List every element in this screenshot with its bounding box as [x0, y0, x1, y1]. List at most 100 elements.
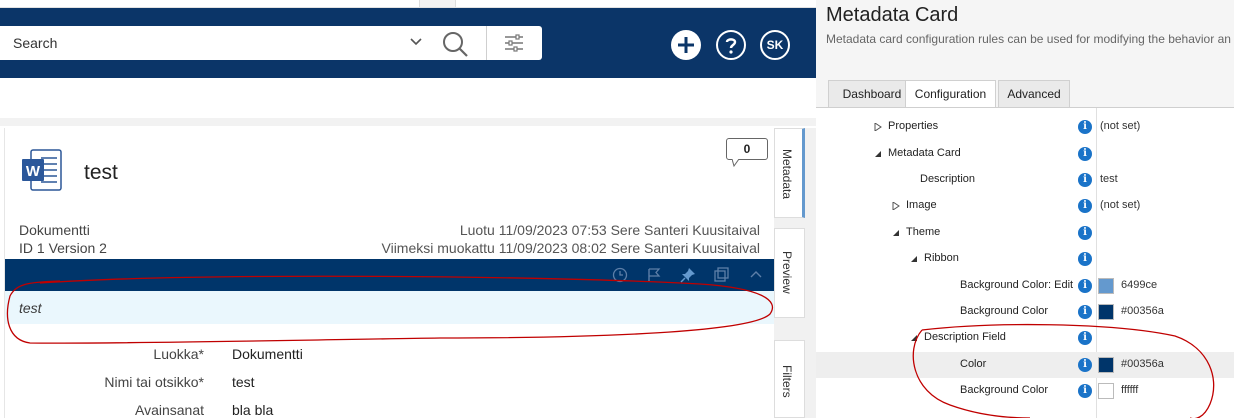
metadata-ribbon — [5, 259, 774, 291]
tab-strip-segment — [455, 0, 816, 7]
comment-count-button[interactable]: 0 — [726, 138, 768, 160]
filter-icon[interactable] — [503, 33, 525, 53]
spacer — [0, 118, 816, 126]
collapsed-arrow-icon[interactable] — [892, 202, 900, 210]
color-swatch[interactable] — [1098, 278, 1114, 294]
mfiles-client: Search SK W test 0 Dokumentti ID 1 Versi… — [0, 0, 816, 418]
config-tree-value[interactable]: #00356a — [1121, 358, 1164, 370]
description-text: test — [19, 300, 42, 316]
property-label: Nimi tai otsikko* — [104, 374, 204, 390]
flag-icon[interactable] — [646, 267, 662, 283]
modified-info: Viimeksi muokattu 11/09/2023 08:02 Sere … — [381, 240, 761, 256]
info-icon[interactable]: i — [1078, 384, 1092, 398]
config-tree-label: Background Color — [960, 305, 1049, 317]
user-avatar-button[interactable]: SK — [760, 30, 790, 60]
search-box[interactable]: Search — [0, 26, 542, 60]
collapsed-arrow-icon[interactable] — [874, 123, 882, 131]
config-title: Metadata Card — [826, 4, 959, 26]
property-value[interactable]: Dokumentti — [232, 346, 303, 362]
info-icon[interactable]: i — [1078, 147, 1092, 161]
config-tree-label: Metadata Card — [888, 147, 961, 159]
property-row[interactable]: Nimi tai otsikko* test — [5, 369, 774, 397]
info-icon[interactable]: i — [1078, 331, 1092, 345]
config-tree-label: Color — [960, 358, 987, 370]
configuration-panel: Metadata Card Metadata card configuratio… — [816, 0, 1234, 418]
config-tree-row[interactable]: Image i (not set) — [816, 193, 1234, 219]
question-icon — [725, 38, 737, 54]
tab-label: Preview — [780, 251, 794, 294]
info-icon[interactable]: i — [1078, 252, 1092, 266]
tab-label: Filters — [780, 365, 794, 398]
property-value[interactable]: test — [232, 374, 255, 390]
pin-icon[interactable] — [680, 267, 696, 283]
color-swatch[interactable] — [1098, 357, 1114, 373]
svg-text:W: W — [26, 163, 41, 180]
created-info: Luotu 11/09/2023 07:53 Sere Santeri Kuus… — [459, 222, 760, 238]
info-icon[interactable]: i — [1078, 120, 1092, 134]
browser-tab-strip — [0, 0, 816, 8]
config-tree-value[interactable]: test — [1100, 173, 1118, 185]
expanded-arrow-icon[interactable] — [910, 255, 918, 263]
config-tree-row[interactable]: Background Color i #00356a — [816, 299, 1234, 325]
config-tree-value[interactable]: (not set) — [1100, 120, 1140, 132]
tab-configuration[interactable]: Configuration — [905, 80, 996, 109]
help-button[interactable] — [716, 30, 746, 60]
tab-dashboard[interactable]: Dashboard — [828, 80, 916, 108]
config-tree-row[interactable]: Description Field i — [816, 325, 1234, 351]
property-value[interactable]: bla bla — [232, 402, 273, 418]
search-separator — [486, 26, 487, 60]
side-tab-bar: Metadata Preview Filters — [774, 128, 816, 418]
info-icon[interactable]: i — [1078, 226, 1092, 240]
config-tree-label: Image — [906, 199, 937, 211]
color-swatch[interactable] — [1098, 383, 1114, 399]
description-field[interactable]: test — [5, 291, 774, 324]
object-title[interactable]: test — [84, 161, 118, 185]
config-tree-value[interactable]: ffffff — [1121, 384, 1138, 396]
config-tree-label: Description Field — [924, 331, 1006, 343]
comment-bubble-tail — [732, 159, 740, 167]
property-label: Luokka* — [153, 346, 204, 362]
config-tree-row[interactable]: Background Color i ffffff — [816, 378, 1234, 404]
config-tree-value[interactable]: 6499ce — [1121, 279, 1157, 291]
config-tree-row[interactable]: Theme i — [816, 220, 1234, 246]
info-icon[interactable]: i — [1078, 305, 1092, 319]
config-tree-value[interactable]: #00356a — [1121, 305, 1164, 317]
tab-strip-segment — [0, 0, 420, 7]
object-type-label: Dokumentti — [19, 222, 90, 238]
tab-metadata[interactable]: Metadata — [774, 128, 805, 218]
add-button[interactable] — [671, 30, 701, 60]
property-row[interactable]: Luokka* Dokumentti — [5, 341, 774, 369]
config-tree-row[interactable]: Ribbon i — [816, 246, 1234, 272]
search-icon[interactable] — [441, 30, 469, 58]
popout-icon[interactable] — [713, 267, 729, 283]
tab-advanced[interactable]: Advanced — [998, 80, 1070, 108]
info-icon[interactable]: i — [1078, 199, 1092, 213]
config-tree-row[interactable]: Background Color: Edit i 6499ce — [816, 273, 1234, 299]
config-tree-row[interactable]: Description i test — [816, 167, 1234, 193]
chevron-down-icon[interactable] — [409, 34, 423, 48]
config-description: Metadata card configuration rules can be… — [826, 32, 1231, 46]
tab-preview[interactable]: Preview — [774, 228, 805, 318]
object-id-version: ID 1 Version 2 — [19, 240, 107, 256]
config-tree-row[interactable]: Properties i (not set) — [816, 114, 1234, 140]
info-icon[interactable]: i — [1078, 279, 1092, 293]
plus-icon — [678, 37, 694, 53]
expanded-arrow-icon[interactable] — [874, 150, 882, 158]
config-tree-row[interactable]: Color i #00356a — [816, 352, 1234, 378]
info-icon[interactable]: i — [1078, 173, 1092, 187]
word-document-icon: W — [22, 149, 62, 191]
expanded-arrow-icon[interactable] — [892, 229, 900, 237]
property-row[interactable]: Avainsanat bla bla — [5, 397, 774, 418]
config-tree-label: Description — [920, 173, 976, 185]
tab-filters[interactable]: Filters — [774, 340, 805, 418]
search-input[interactable]: Search — [13, 35, 57, 51]
color-swatch[interactable] — [1098, 304, 1114, 320]
expanded-arrow-icon[interactable] — [910, 334, 918, 342]
config-tree-row[interactable]: Metadata Card i — [816, 141, 1234, 167]
history-icon[interactable] — [612, 267, 628, 283]
chevron-up-icon[interactable] — [748, 267, 764, 283]
info-icon[interactable]: i — [1078, 358, 1092, 372]
config-tree-value[interactable]: (not set) — [1100, 199, 1140, 211]
tab-label: Metadata — [780, 149, 794, 200]
top-bar: Search SK — [0, 8, 816, 78]
